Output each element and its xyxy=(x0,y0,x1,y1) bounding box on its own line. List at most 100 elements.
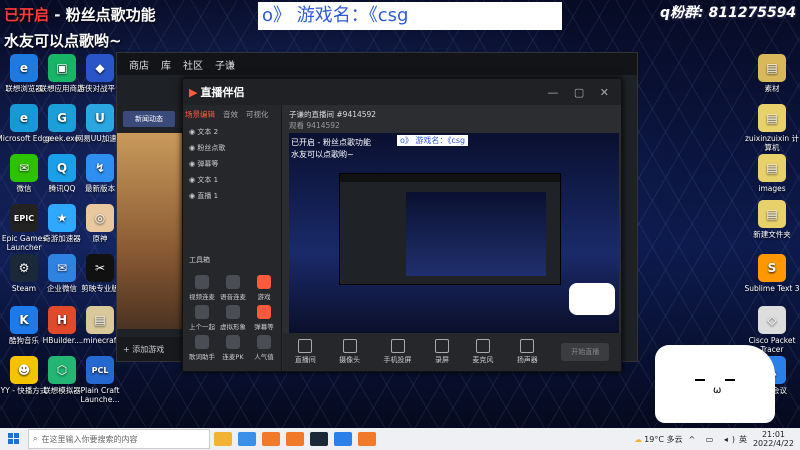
app-icon: ▤ xyxy=(758,200,786,228)
tab-sound[interactable]: 音效 xyxy=(223,109,238,120)
preview-overlay-text: 已开启 - 粉丝点歌功能 xyxy=(291,138,371,147)
taskbar-app-icon[interactable] xyxy=(286,432,304,446)
toolbar-icon xyxy=(298,339,313,353)
clock[interactable]: 21:01 2022/4/22 xyxy=(753,430,794,448)
steam-taskbar-icon[interactable] xyxy=(310,432,328,446)
clock-date: 2022/4/22 xyxy=(752,439,794,448)
preview-overlay-text-2: 水友可以点歌哟~ xyxy=(291,150,354,159)
weather-icon: ☁ xyxy=(634,434,643,444)
toolbar-icon xyxy=(520,339,535,353)
scene-label: 文本 2 xyxy=(197,128,219,136)
tool-button[interactable]: 视频连麦 xyxy=(187,275,217,301)
app-header: ▶ 直播伴侣 — ▢ ✕ xyxy=(183,79,621,105)
tool-button[interactable]: 歌词助手 xyxy=(187,335,217,361)
taskbar-search[interactable]: ⌕ 在这里输入你要搜索的内容 xyxy=(28,429,210,449)
room-info: 子谦的直播间 #9414592 观看 9414592 xyxy=(283,105,621,135)
tool-button[interactable]: 连麦PK xyxy=(218,335,248,361)
bottom-toolbar: 直播间 摄像头 手机投屏 录屏 麦克风 扬声器 开始直播 xyxy=(283,333,621,371)
tool-button[interactable]: 上个一起 xyxy=(187,305,217,331)
feature-text: - 粉丝点歌功能 xyxy=(49,6,156,24)
tab-scene-edit[interactable]: 场景编辑 xyxy=(185,109,215,120)
tray-icons[interactable]: ^ ▭ ◂) xyxy=(688,435,738,444)
tool-button[interactable]: 人气值 xyxy=(249,335,279,361)
live-companion-window: ▶ 直播伴侣 — ▢ ✕ 场景编辑 音效 可视化 ◉ 文本 2 ◉ 粉丝点歌 ◉ 弹… xyxy=(182,78,622,372)
scene-item[interactable]: ◉ 粉丝点歌 xyxy=(183,140,281,156)
tool-icon xyxy=(226,275,240,289)
tool-label: 连麦PK xyxy=(222,353,244,361)
desktop-icon[interactable]: PCL Plain Craft Launche... xyxy=(72,356,128,404)
toolbar-button[interactable]: 直播间 xyxy=(295,339,316,365)
cat-mouth-icon: ω xyxy=(713,385,722,396)
scene-item[interactable]: ◉ 文本 1 xyxy=(183,172,281,188)
toolbar-button[interactable]: 手机投屏 xyxy=(384,339,412,365)
toolbar-button[interactable]: 扬声器 xyxy=(517,339,538,365)
taskbar-app-icon[interactable] xyxy=(262,432,280,446)
tool-button[interactable]: 游戏 xyxy=(249,275,279,301)
preview-cat-sticker xyxy=(569,283,615,315)
toolbar-button[interactable]: 麦克风 xyxy=(472,339,493,365)
input-language[interactable]: 英 xyxy=(739,434,747,445)
scene-panel: 场景编辑 音效 可视化 ◉ 文本 2 ◉ 粉丝点歌 ◉ 弹幕等 ◉ 文本 1 ◉ 直播 … xyxy=(183,105,282,371)
store-nav-item[interactable]: 商店 xyxy=(129,57,149,72)
store-nav-item[interactable]: 库 xyxy=(161,57,171,72)
desktop-icon-label: 新建文件夹 xyxy=(753,230,791,239)
weather-text[interactable]: 19°C 多云 xyxy=(644,434,682,445)
desktop-icon[interactable]: S Sublime Text 3 xyxy=(744,254,800,293)
toolbar-button[interactable]: 录屏 xyxy=(434,339,449,365)
desktop-icon-label: Sublime Text 3 xyxy=(744,284,800,293)
qq-group-text: q粉群: 811275594 xyxy=(660,5,797,21)
scene-label: 弹幕等 xyxy=(197,160,219,168)
app-icon: ▤ xyxy=(758,104,786,132)
desktop-icon[interactable]: ▤ 新建文件夹 xyxy=(744,200,800,239)
scene-item[interactable]: ◉ 弹幕等 xyxy=(183,156,281,172)
add-game-label: 添加游戏 xyxy=(132,344,165,354)
toolbar-button[interactable]: 摄像头 xyxy=(339,339,360,365)
taskbar-app-icon[interactable] xyxy=(238,432,256,446)
live-status-text: 已开启 - 粉丝点歌功能 xyxy=(4,4,156,25)
tool-icon xyxy=(257,305,271,319)
tool-button[interactable]: 虚拟形象 xyxy=(218,305,248,331)
tool-label: 上个一起 xyxy=(189,323,215,331)
scene-label: 直播 1 xyxy=(197,192,219,200)
desktop-icon[interactable]: ▤ zuixinzuixin 计算机 xyxy=(744,104,800,152)
store-nav-item[interactable]: 子谦 xyxy=(215,57,235,72)
toolbar-icon xyxy=(475,339,490,353)
app-icon: ◆ xyxy=(86,54,114,82)
windows-start-icon[interactable] xyxy=(0,428,28,450)
window-controls[interactable]: — ▢ ✕ xyxy=(547,86,615,99)
desktop-icon-label: 素材 xyxy=(764,84,780,93)
tool-button[interactable]: 语音连麦 xyxy=(218,275,248,301)
tool-button[interactable]: 弹幕等 xyxy=(249,305,279,331)
desktop-icon-label: zuixinzuixin 计算机 xyxy=(745,134,799,152)
desktop-icon[interactable]: ▤ 素材 xyxy=(744,54,800,93)
app-icon: ◎ xyxy=(86,204,114,232)
live-badge: 已开启 xyxy=(4,6,50,24)
taskbar: ⌕ 在这里输入你要搜索的内容 ☁ 19°C 多云 ^ ▭ ◂) 英 21:01 … xyxy=(0,428,800,450)
store-nav-item[interactable]: 社区 xyxy=(183,57,203,72)
add-game-button[interactable]: + 添加游戏 xyxy=(117,337,191,361)
taskbar-app-icon[interactable] xyxy=(214,432,232,446)
start-live-button[interactable]: 开始直播 xyxy=(561,343,610,361)
app-icon: ✂ xyxy=(86,254,114,282)
search-icon: ⌕ xyxy=(33,434,38,443)
tab-visual[interactable]: 可视化 xyxy=(246,109,269,120)
tool-label: 视频连麦 xyxy=(189,293,215,301)
tool-label: 语音连麦 xyxy=(220,293,246,301)
store-news-button[interactable]: 新闻动态 xyxy=(123,111,175,127)
store-game-image xyxy=(117,133,185,329)
tool-icon xyxy=(195,275,209,289)
app-icon: S xyxy=(758,254,786,282)
tool-label: 歌词助手 xyxy=(189,353,215,361)
app-icon: ↯ xyxy=(86,154,114,182)
app-icon: ▤ xyxy=(758,54,786,82)
scene-item[interactable]: ◉ 直播 1 xyxy=(183,188,281,204)
taskbar-app-icon[interactable] xyxy=(358,432,376,446)
toolbar-icon xyxy=(434,339,449,353)
room-stats: 观看 9414592 xyxy=(289,121,340,130)
toolbar-label: 直播间 xyxy=(294,356,316,364)
taskbar-app-icon[interactable] xyxy=(334,432,352,446)
desktop-icon-label: Plain Craft Launche... xyxy=(80,386,120,404)
desktop-icon[interactable]: ▤ images xyxy=(744,154,800,193)
scene-item[interactable]: ◉ 文本 2 xyxy=(183,124,281,140)
tool-icon xyxy=(195,335,209,349)
